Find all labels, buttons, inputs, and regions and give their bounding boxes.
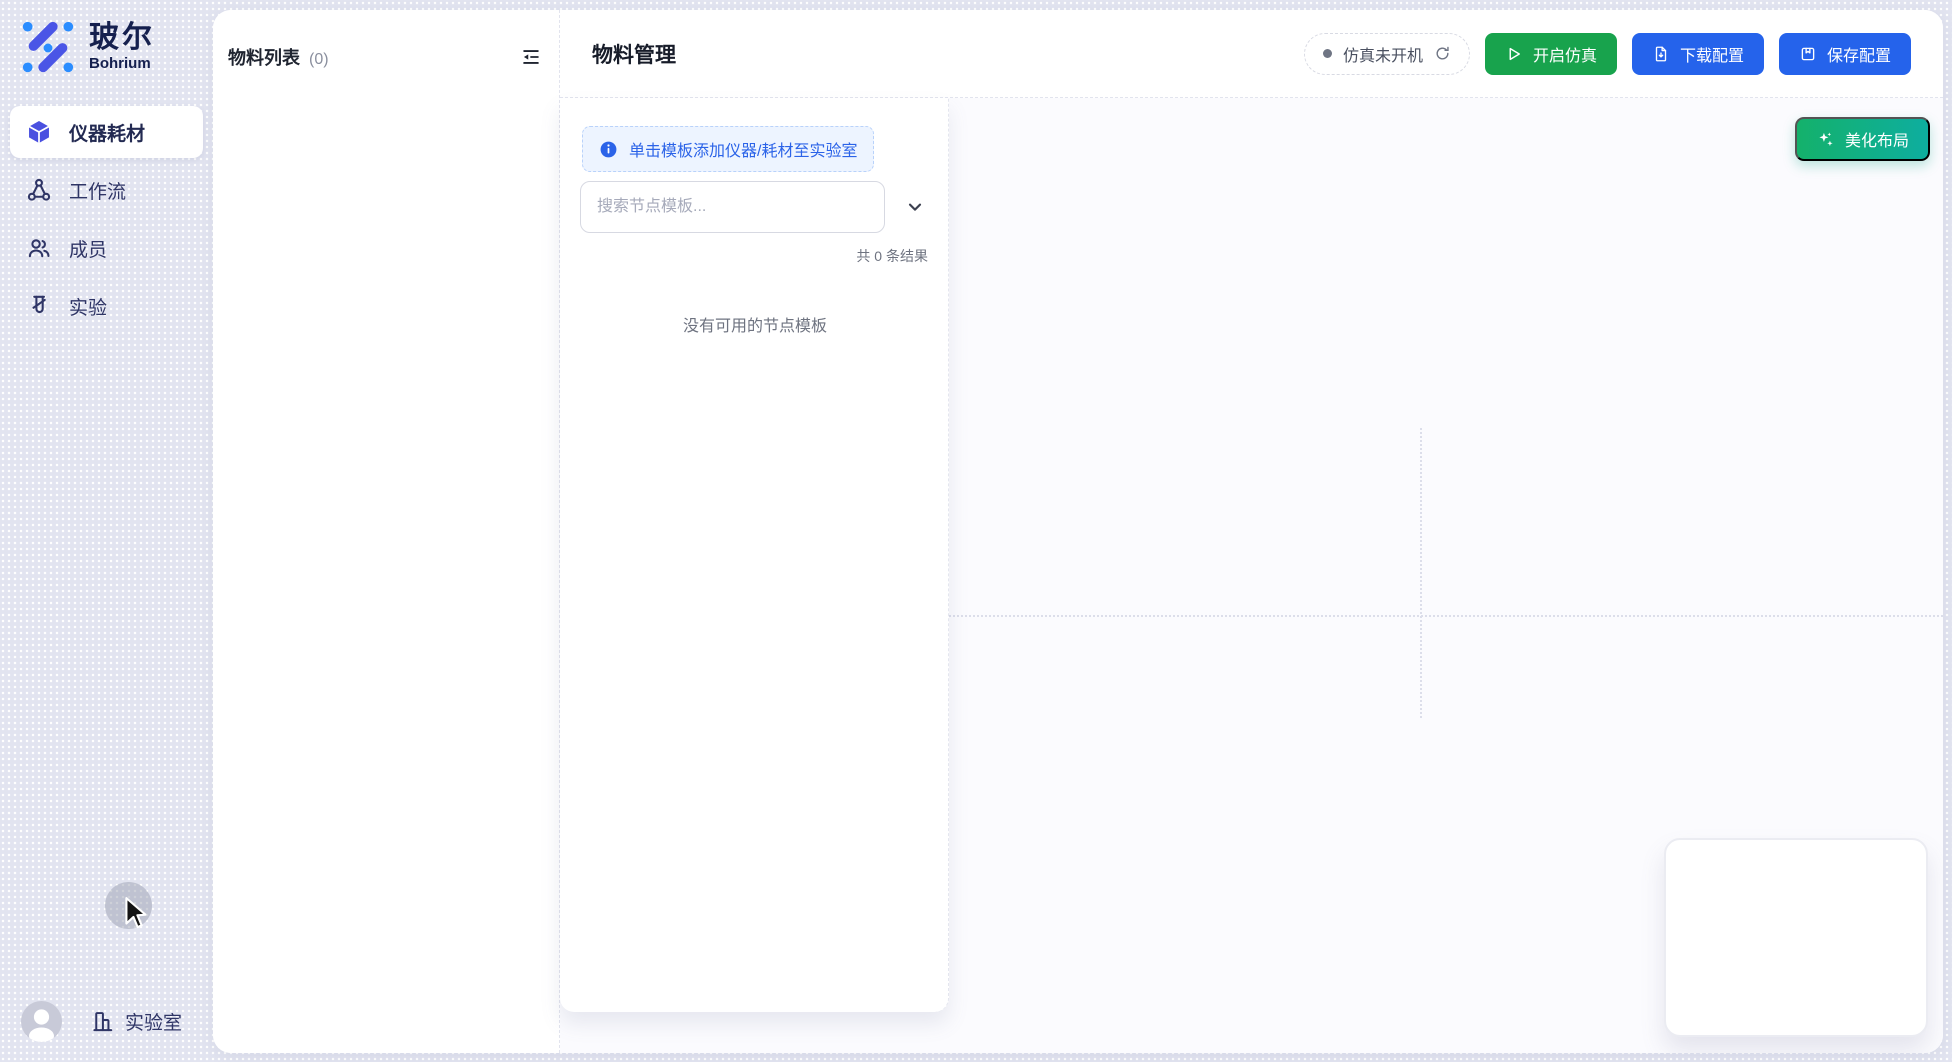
page-title: 物料管理 xyxy=(592,39,676,69)
main-column: 物料管理 仿真未开机 开启仿真 xyxy=(560,10,1943,1053)
content-area: 物料列表 (0) 物料管理 仿真未开机 xyxy=(213,10,1943,1053)
user-avatar[interactable] xyxy=(21,1001,62,1042)
materials-list-title: 物料列表 xyxy=(228,44,300,70)
members-icon xyxy=(25,235,52,262)
save-icon xyxy=(1799,45,1817,63)
chevron-down-icon[interactable] xyxy=(905,197,925,217)
status-label: 仿真未开机 xyxy=(1343,42,1423,66)
sparkles-icon xyxy=(1816,130,1835,149)
experiment-icon xyxy=(25,293,52,320)
sidebar-menu: 仪器耗材 工作流 成员 xyxy=(0,106,213,332)
sidebar-item-workflow[interactable]: 工作流 xyxy=(10,164,203,216)
refresh-icon[interactable] xyxy=(1434,45,1451,62)
sidebar-item-label: 仪器耗材 xyxy=(69,119,145,146)
cube-icon xyxy=(25,119,52,146)
sidebar-item-experiment[interactable]: 实验 xyxy=(10,280,203,332)
workflow-icon xyxy=(25,177,52,204)
start-simulation-button[interactable]: 开启仿真 xyxy=(1485,33,1617,75)
simulation-status-badge: 仿真未开机 xyxy=(1304,33,1470,75)
brand-subtitle: Bohrium xyxy=(89,55,155,72)
file-download-icon xyxy=(1652,45,1670,63)
minimap[interactable] xyxy=(1664,838,1928,1037)
status-dot xyxy=(1323,49,1332,58)
brand-logo: 玻尔 Bohrium xyxy=(0,18,213,76)
beautify-layout-button[interactable]: 美化布局 xyxy=(1795,117,1930,161)
template-hint-text: 单击模板添加仪器/耗材至实验室 xyxy=(629,137,857,161)
save-config-button[interactable]: 保存配置 xyxy=(1779,33,1911,75)
node-template-panel: 单击模板添加仪器/耗材至实验室 共 0 条结果 没有可用的节点模板 xyxy=(560,98,949,1012)
sidebar-item-label: 成员 xyxy=(69,235,107,262)
flow-canvas[interactable]: 单击模板添加仪器/耗材至实验室 共 0 条结果 没有可用的节点模板 美化布局 xyxy=(560,98,1943,1053)
empty-templates-message: 没有可用的节点模板 xyxy=(580,312,930,336)
lab-label: 实验室 xyxy=(125,1008,182,1035)
search-input[interactable] xyxy=(580,181,885,233)
sidebar-item-members[interactable]: 成员 xyxy=(10,222,203,274)
collapse-panel-icon[interactable] xyxy=(518,44,544,70)
result-count: 共 0 条结果 xyxy=(580,246,930,266)
materials-list-count: (0) xyxy=(309,51,329,69)
sidebar-item-label: 工作流 xyxy=(69,177,126,204)
canvas-guide-line-horizontal xyxy=(949,615,1943,617)
download-config-button[interactable]: 下载配置 xyxy=(1632,33,1764,75)
brand-name: 玻尔 xyxy=(89,22,155,54)
bohrium-logo-icon xyxy=(19,18,77,76)
canvas-guide-line-vertical xyxy=(1420,428,1422,718)
cursor-pointer xyxy=(124,896,150,932)
main-header: 物料管理 仿真未开机 开启仿真 xyxy=(560,10,1943,98)
template-hint-banner: 单击模板添加仪器/耗材至实验室 xyxy=(582,126,874,172)
sidebar-item-instruments[interactable]: 仪器耗材 xyxy=(10,106,203,158)
header-actions: 仿真未开机 开启仿真 下载配置 xyxy=(1304,33,1911,75)
materials-list-panel: 物料列表 (0) xyxy=(213,10,560,1053)
sidebar-item-label: 实验 xyxy=(69,293,107,320)
building-icon xyxy=(90,1009,115,1034)
info-icon xyxy=(599,140,618,159)
lab-switcher[interactable]: 实验室 xyxy=(90,1008,182,1035)
sidebar-footer: 实验室 xyxy=(0,1001,213,1042)
play-icon xyxy=(1505,45,1523,63)
